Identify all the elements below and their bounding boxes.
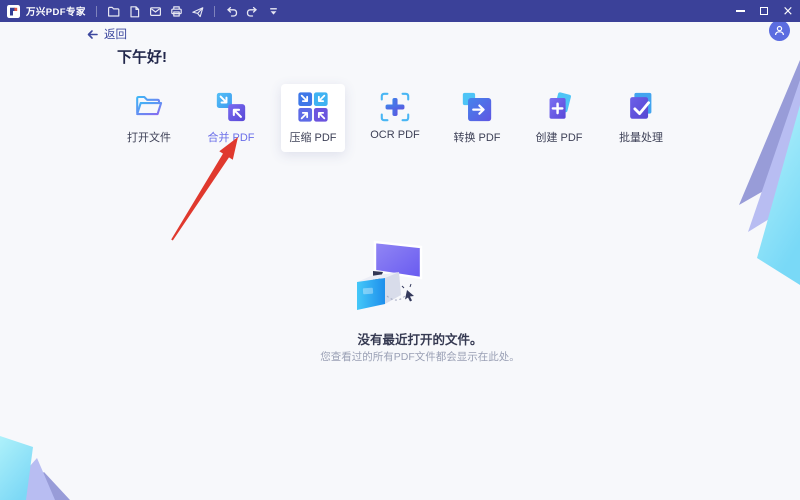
batch-process-icon bbox=[630, 92, 652, 119]
action-label: 创建 PDF bbox=[535, 132, 583, 144]
titlebar: 万兴PDF专家 × bbox=[0, 0, 800, 22]
back-label: 返回 bbox=[104, 29, 127, 41]
ocr-pdf-icon bbox=[380, 92, 410, 122]
collapse-toolbar-icon[interactable] bbox=[263, 0, 284, 22]
action-batch-process[interactable]: 批量处理 bbox=[601, 84, 681, 152]
print-icon[interactable] bbox=[166, 0, 187, 22]
decoration-top-right bbox=[739, 60, 800, 285]
action-label: OCR PDF bbox=[370, 129, 420, 141]
action-create-pdf[interactable]: 创建 PDF bbox=[519, 84, 599, 152]
empty-state-subtitle: 您查看过的所有PDF文件都会显示在此处。 bbox=[320, 351, 520, 363]
back-arrow-icon bbox=[87, 29, 98, 39]
action-label: 压缩 PDF bbox=[289, 132, 337, 144]
action-label: 转换 PDF bbox=[453, 132, 501, 144]
action-ocr-pdf[interactable]: OCR PDF bbox=[355, 84, 435, 152]
back-button[interactable]: 返回 bbox=[86, 26, 127, 42]
open-folder-icon[interactable] bbox=[103, 0, 124, 22]
minimize-button[interactable] bbox=[728, 0, 752, 22]
close-button[interactable]: × bbox=[776, 0, 800, 22]
merge-pdf-icon bbox=[216, 92, 246, 122]
compress-pdf-icon bbox=[298, 92, 328, 122]
action-label: 批量处理 bbox=[619, 132, 663, 144]
email-icon[interactable] bbox=[145, 0, 166, 22]
toolbar-divider bbox=[95, 5, 97, 17]
action-convert-pdf[interactable]: 转换 PDF bbox=[437, 84, 517, 152]
toolbar-divider bbox=[213, 5, 215, 17]
action-compress-pdf[interactable]: 压缩 PDF bbox=[273, 84, 353, 152]
create-pdf-icon bbox=[549, 92, 571, 119]
greeting-text: 下午好! bbox=[117, 49, 167, 66]
save-document-icon[interactable] bbox=[124, 0, 145, 22]
open-file-icon bbox=[136, 95, 163, 116]
person-icon bbox=[775, 25, 784, 36]
user-avatar[interactable] bbox=[769, 20, 790, 41]
annotation-arrow-icon bbox=[171, 137, 238, 241]
undo-icon[interactable] bbox=[221, 0, 242, 22]
decoration-bottom-left bbox=[0, 436, 70, 500]
share-icon[interactable] bbox=[187, 0, 208, 22]
redo-icon[interactable] bbox=[242, 0, 263, 22]
app-logo-icon bbox=[7, 4, 20, 18]
empty-state-illustration bbox=[357, 240, 423, 310]
app-title: 万兴PDF专家 bbox=[26, 7, 86, 18]
empty-state-title: 没有最近打开的文件。 bbox=[357, 333, 483, 347]
window-controls: × bbox=[728, 0, 800, 22]
maximize-button[interactable] bbox=[752, 0, 776, 22]
convert-pdf-icon bbox=[462, 92, 492, 122]
